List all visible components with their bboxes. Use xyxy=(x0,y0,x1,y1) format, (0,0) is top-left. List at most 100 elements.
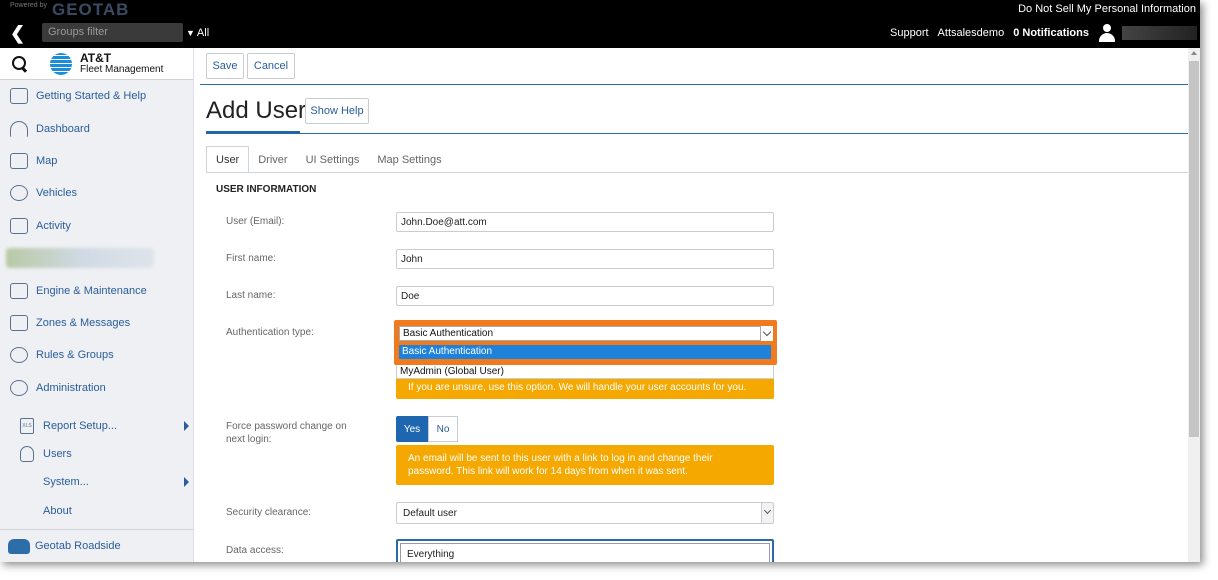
email-label: User (Email): xyxy=(226,216,285,227)
force-password-no-button[interactable]: No xyxy=(428,416,458,442)
administration-submenu: XLS Report Setup... Users System... About xyxy=(0,412,193,525)
show-help-button[interactable]: Show Help xyxy=(305,98,369,124)
sidebar-nav: Getting Started & Help Dashboard Map Veh… xyxy=(0,80,193,404)
sidebar-item-label: Administration xyxy=(36,381,106,394)
title-divider xyxy=(300,133,1188,134)
scroll-up-icon[interactable] xyxy=(1191,51,1197,55)
save-button[interactable]: Save xyxy=(206,53,244,79)
auth-type-label: Authentication type: xyxy=(226,327,314,338)
chevron-down-icon[interactable] xyxy=(761,503,773,523)
auth-option-myadmin[interactable]: MyAdmin (Global User) xyxy=(396,365,774,379)
sidebar-item-map[interactable]: Map xyxy=(0,145,193,177)
database-name[interactable]: Attsalesdemo xyxy=(938,27,1005,39)
app-window: Powered by GEOTAB Do Not Sell My Persona… xyxy=(0,0,1200,562)
sidebar-subitem-users[interactable]: Users xyxy=(0,440,193,468)
do-not-sell-link[interactable]: Do Not Sell My Personal Information xyxy=(1018,3,1196,15)
sidebar-item-label: Zones & Messages xyxy=(36,316,131,329)
first-name-label: First name: xyxy=(226,253,277,264)
sidebar-item-label: Rules & Groups xyxy=(36,349,114,362)
sidebar-item-label: Geotab Roadside xyxy=(35,540,121,552)
sidebar-subitem-report-setup[interactable]: XLS Report Setup... xyxy=(0,412,193,440)
sidebar-subitem-label: About xyxy=(43,504,72,517)
gauge-icon xyxy=(10,120,28,137)
tab-bar: User Driver UI Settings Map Settings xyxy=(206,146,451,173)
force-password-hint: An email will be sent to this user with … xyxy=(396,445,774,485)
brand-text: AT&T Fleet Management xyxy=(80,50,164,75)
tab-driver[interactable]: Driver xyxy=(249,146,296,173)
help-box-icon xyxy=(10,88,28,105)
data-access-field[interactable]: Everything xyxy=(396,539,774,562)
first-name-field[interactable]: John xyxy=(396,249,774,269)
all-groups-label: All xyxy=(196,27,210,39)
page-scrollbar[interactable] xyxy=(1188,48,1200,562)
sidebar-item-geotab-roadside[interactable]: Geotab Roadside xyxy=(0,529,193,562)
cancel-button[interactable]: Cancel xyxy=(247,53,295,79)
user-name-blurred[interactable] xyxy=(1122,26,1197,40)
user-avatar-icon[interactable] xyxy=(1098,24,1116,42)
user-icon xyxy=(20,446,34,463)
scrollbar-thumb[interactable] xyxy=(1189,61,1199,437)
auth-option-basic[interactable]: Basic Authentication xyxy=(399,345,771,359)
top-right-menu: Support Attsalesdemo 0 Notifications xyxy=(890,24,1200,42)
brand-row: AT&T Fleet Management xyxy=(0,48,193,80)
roadside-truck-icon xyxy=(8,538,30,554)
force-password-yes-button[interactable]: Yes xyxy=(396,416,428,442)
zones-icon xyxy=(10,314,28,331)
tab-user[interactable]: User xyxy=(206,146,250,173)
sidebar-item-blurred[interactable] xyxy=(0,242,193,274)
force-password-label-line2: next login: xyxy=(226,434,272,445)
sidebar-item-administration[interactable]: Administration xyxy=(0,372,193,404)
sidebar-subitem-system[interactable]: System... xyxy=(0,468,193,496)
data-access-value[interactable]: Everything xyxy=(400,543,770,562)
notifications-link[interactable]: 0 Notifications xyxy=(1013,27,1089,39)
section-title: USER INFORMATION xyxy=(216,184,317,195)
sidebar-subitem-about[interactable]: About xyxy=(0,496,193,524)
all-groups-dropdown[interactable]: ▼ All xyxy=(186,27,209,39)
email-field[interactable]: John.Doe@att.com xyxy=(396,212,774,232)
sidebar-item-activity[interactable]: Activity xyxy=(0,210,193,242)
geotab-logo: GEOTAB xyxy=(52,0,130,19)
sidebar-item-label: Activity xyxy=(36,219,71,232)
search-icon[interactable] xyxy=(12,55,28,72)
groups-filter-input[interactable]: Groups filter xyxy=(42,23,183,42)
activity-chart-icon xyxy=(10,217,28,234)
toolbar-divider xyxy=(200,84,1188,85)
sidebar: AT&T Fleet Management Getting Started & … xyxy=(0,48,194,562)
force-password-label: Force password change on next login: xyxy=(226,420,347,446)
sidebar-subitem-label: Users xyxy=(43,448,72,461)
sidebar-item-label: Dashboard xyxy=(36,122,90,135)
security-clearance-select[interactable]: Default user xyxy=(396,502,774,524)
sidebar-item-zones-messages[interactable]: Zones & Messages xyxy=(0,307,193,339)
tab-ui-settings[interactable]: UI Settings xyxy=(297,146,369,173)
chevron-right-icon xyxy=(184,477,189,488)
support-link[interactable]: Support xyxy=(890,27,929,39)
chevron-down-icon[interactable] xyxy=(760,326,773,341)
security-clearance-label: Security clearance: xyxy=(226,507,312,518)
last-name-label: Last name: xyxy=(226,290,276,301)
sidebar-item-label: Getting Started & Help xyxy=(36,90,147,103)
sidebar-item-engine-maintenance[interactable]: Engine & Maintenance xyxy=(0,274,193,306)
last-name-field[interactable]: Doe xyxy=(396,286,774,306)
sidebar-item-label: Vehicles xyxy=(36,187,77,200)
auth-type-select[interactable]: Basic Authentication xyxy=(399,326,773,341)
back-arrow-icon[interactable]: ❮ xyxy=(10,23,25,44)
sidebar-item-label: Engine & Maintenance xyxy=(36,284,147,297)
sidebar-item-rules-groups[interactable]: Rules & Groups xyxy=(0,339,193,371)
brand-subtitle: Fleet Management xyxy=(80,63,164,75)
main-content: Save Cancel Add User Show Help User Driv… xyxy=(194,48,1188,562)
data-access-label: Data access: xyxy=(226,545,284,556)
sidebar-item-vehicles[interactable]: Vehicles xyxy=(0,177,193,209)
powered-by-label: Powered by xyxy=(10,2,47,9)
sidebar-item-dashboard[interactable]: Dashboard xyxy=(0,112,193,144)
gear-icon xyxy=(10,379,28,396)
brand-name: AT&T xyxy=(80,50,112,65)
sidebar-item-getting-started[interactable]: Getting Started & Help xyxy=(0,80,193,112)
map-icon xyxy=(10,152,28,169)
top-bar: Powered by GEOTAB Do Not Sell My Persona… xyxy=(0,0,1200,48)
tab-map-settings[interactable]: Map Settings xyxy=(368,146,450,173)
engine-icon xyxy=(10,282,28,299)
blurred-icon xyxy=(6,248,154,269)
page-title: Add User xyxy=(206,97,307,124)
vehicle-icon xyxy=(10,185,28,202)
sidebar-item-label: Map xyxy=(36,154,58,167)
